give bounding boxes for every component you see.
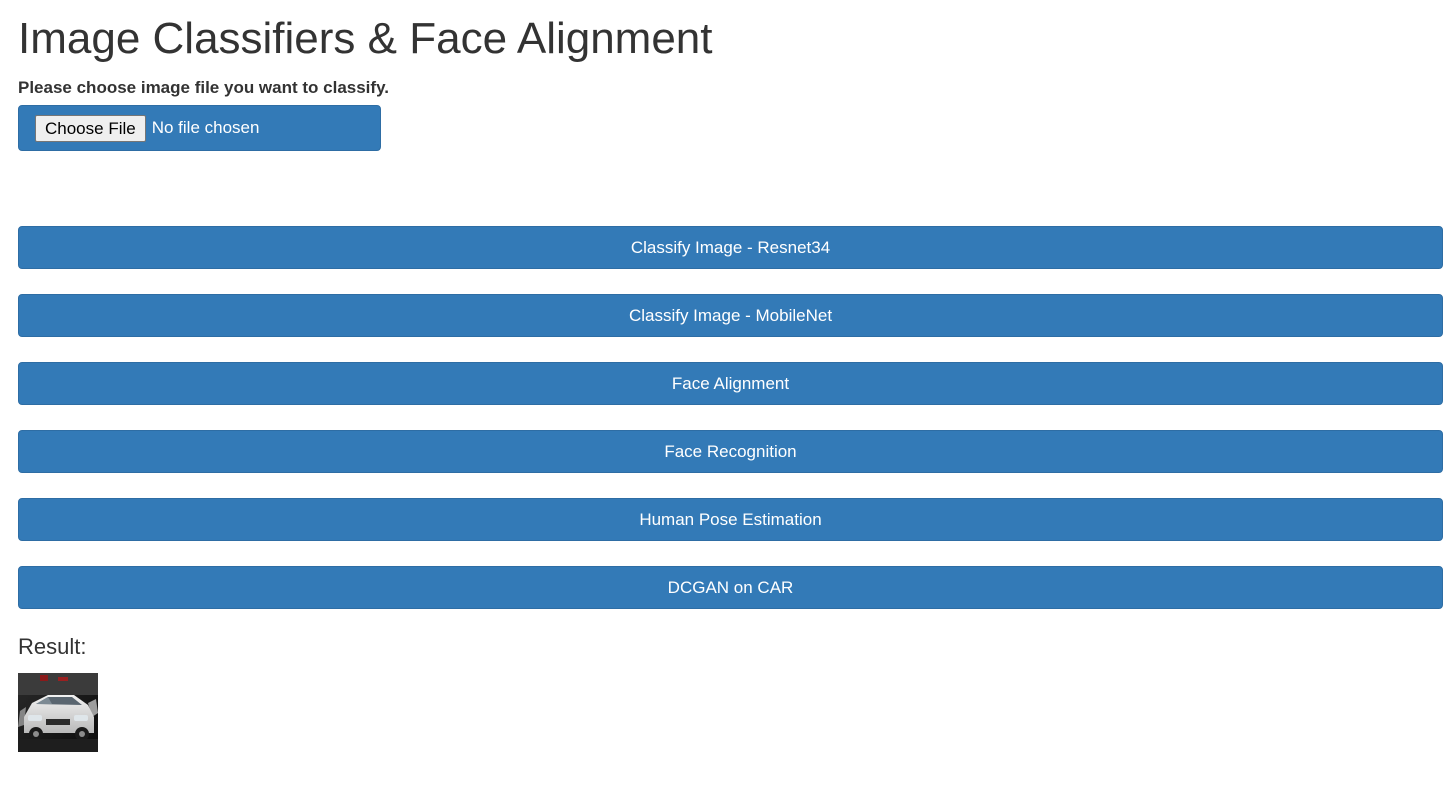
result-image	[18, 673, 98, 752]
result-label: Result:	[18, 634, 87, 659]
file-input[interactable]: Choose File No file chosen	[18, 105, 381, 151]
car-image-icon	[18, 673, 98, 752]
face-alignment-button[interactable]: Face Alignment	[18, 362, 1443, 405]
page: Image Classifiers & Face Alignment Pleas…	[0, 0, 1448, 752]
choose-file-button[interactable]: Choose File	[35, 114, 146, 142]
page-title: Image Classifiers & Face Alignment	[18, 14, 713, 63]
classify-mobilenet-button[interactable]: Classify Image - MobileNet	[18, 294, 1443, 337]
file-status: No file chosen	[151, 118, 260, 137]
upload-prompt: Please choose image file you want to cla…	[18, 78, 389, 97]
action-buttons: Classify Image - Resnet34 Classify Image…	[18, 226, 1443, 609]
human-pose-estimation-button[interactable]: Human Pose Estimation	[18, 498, 1443, 541]
face-recognition-button[interactable]: Face Recognition	[18, 430, 1443, 473]
classify-resnet34-button[interactable]: Classify Image - Resnet34	[18, 226, 1443, 269]
dcgan-car-button[interactable]: DCGAN on CAR	[18, 566, 1443, 609]
